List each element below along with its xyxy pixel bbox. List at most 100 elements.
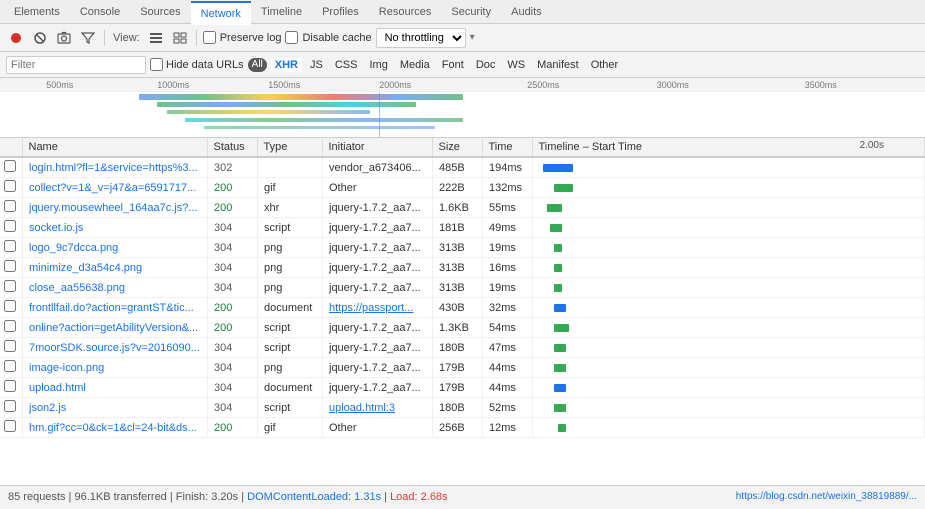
filter-img-btn[interactable]: Img — [365, 58, 391, 72]
preserve-log-toggle[interactable]: Preserve log — [203, 31, 282, 44]
tab-audits[interactable]: Audits — [501, 0, 552, 24]
filter-doc-btn[interactable]: Doc — [472, 58, 500, 72]
row-select[interactable] — [0, 238, 23, 258]
row-select[interactable] — [0, 358, 23, 378]
camera-button[interactable] — [54, 28, 74, 48]
row-checkbox[interactable] — [4, 160, 16, 172]
tab-profiles[interactable]: Profiles — [312, 0, 369, 24]
clear-button[interactable] — [30, 28, 50, 48]
row-checkbox[interactable] — [4, 320, 16, 332]
row-name[interactable]: image-icon.png — [23, 358, 208, 378]
filter-manifest-btn[interactable]: Manifest — [533, 58, 583, 72]
row-select[interactable] — [0, 178, 23, 198]
row-select[interactable] — [0, 258, 23, 278]
row-name[interactable]: 7moorSDK.source.js?v=2016090... — [23, 338, 208, 358]
row-name[interactable]: close_aa55638.png — [23, 278, 208, 298]
filter-xhr-btn[interactable]: XHR — [271, 58, 302, 72]
row-name[interactable]: frontllfail.do?action=grantST&tic... — [23, 298, 208, 318]
row-select[interactable] — [0, 398, 23, 418]
row-checkbox[interactable] — [4, 340, 16, 352]
row-select[interactable] — [0, 378, 23, 398]
col-timeline[interactable]: Timeline – Start Time 2.00s — [532, 138, 925, 157]
filter-css-btn[interactable]: CSS — [331, 58, 362, 72]
col-time[interactable]: Time — [482, 138, 532, 157]
table-row[interactable]: minimize_d3a54c4.png 304 png jquery-1.7.… — [0, 258, 925, 278]
row-select[interactable] — [0, 158, 23, 178]
col-status[interactable]: Status — [207, 138, 257, 157]
row-select[interactable] — [0, 318, 23, 338]
table-row[interactable]: collect?v=1&_v=j47&a=6591717... 200 gif … — [0, 178, 925, 198]
row-name[interactable]: logo_9c7dcca.png — [23, 238, 208, 258]
col-name[interactable]: Name — [22, 138, 207, 157]
table-row[interactable]: close_aa55638.png 304 png jquery-1.7.2_a… — [0, 278, 925, 298]
tab-elements[interactable]: Elements — [4, 0, 70, 24]
col-initiator[interactable]: Initiator — [322, 138, 432, 157]
row-name[interactable]: minimize_d3a54c4.png — [23, 258, 208, 278]
col-type[interactable]: Type — [257, 138, 322, 157]
row-checkbox[interactable] — [4, 380, 16, 392]
row-name[interactable]: upload.html — [23, 378, 208, 398]
filter-media-btn[interactable]: Media — [396, 58, 434, 72]
filter-all-badge[interactable]: All — [248, 58, 267, 72]
row-initiator[interactable]: https://passport... — [323, 298, 433, 318]
tab-resources[interactable]: Resources — [369, 0, 442, 24]
row-select[interactable] — [0, 338, 23, 358]
row-select[interactable] — [0, 298, 23, 318]
row-checkbox[interactable] — [4, 300, 16, 312]
row-select[interactable] — [0, 198, 23, 218]
disable-cache-checkbox[interactable] — [285, 31, 298, 44]
row-initiator[interactable]: upload.html:3 — [323, 398, 433, 418]
filter-input[interactable] — [6, 56, 146, 74]
table-row[interactable]: frontllfail.do?action=grantST&tic... 200… — [0, 298, 925, 318]
row-checkbox[interactable] — [4, 420, 16, 432]
row-name[interactable]: json2.js — [23, 398, 208, 418]
filter-other-btn[interactable]: Other — [587, 58, 623, 72]
preserve-log-checkbox[interactable] — [203, 31, 216, 44]
table-row[interactable]: upload.html 304 document jquery-1.7.2_aa… — [0, 378, 925, 398]
row-checkbox[interactable] — [4, 200, 16, 212]
row-name[interactable]: jquery.mousewheel_164aa7c.js?... — [23, 198, 208, 218]
hide-data-urls-toggle[interactable]: Hide data URLs — [150, 58, 244, 71]
col-size[interactable]: Size — [432, 138, 482, 157]
tab-security[interactable]: Security — [441, 0, 501, 24]
tab-console[interactable]: Console — [70, 0, 130, 24]
timeline-overview[interactable]: 500ms 1000ms 1500ms 2000ms 2500ms 3000ms… — [0, 78, 925, 138]
filter-button[interactable] — [78, 28, 98, 48]
table-row[interactable]: json2.js 304 script upload.html:3 180B 5… — [0, 398, 925, 418]
record-button[interactable] — [6, 28, 26, 48]
hide-data-urls-checkbox[interactable] — [150, 58, 163, 71]
filter-font-btn[interactable]: Font — [438, 58, 468, 72]
disable-cache-toggle[interactable]: Disable cache — [285, 31, 371, 44]
view-group-button[interactable] — [170, 28, 190, 48]
row-name[interactable]: online?action=getAbilityVersion&... — [23, 318, 208, 338]
row-checkbox[interactable] — [4, 240, 16, 252]
table-row[interactable]: logo_9c7dcca.png 304 png jquery-1.7.2_aa… — [0, 238, 925, 258]
table-row[interactable]: 7moorSDK.source.js?v=2016090... 304 scri… — [0, 338, 925, 358]
table-row[interactable]: image-icon.png 304 png jquery-1.7.2_aa7.… — [0, 358, 925, 378]
row-checkbox[interactable] — [4, 400, 16, 412]
row-select[interactable] — [0, 418, 23, 438]
row-checkbox[interactable] — [4, 360, 16, 372]
row-checkbox[interactable] — [4, 180, 16, 192]
row-name[interactable]: collect?v=1&_v=j47&a=6591717... — [23, 178, 208, 198]
table-row[interactable]: socket.io.js 304 script jquery-1.7.2_aa7… — [0, 218, 925, 238]
row-checkbox[interactable] — [4, 260, 16, 272]
table-row[interactable]: login.html?fl=1&service=https%3... 302 v… — [0, 158, 925, 178]
row-name[interactable]: hm.gif?cc=0&ck=1&cl=24-bit&ds... — [23, 418, 208, 438]
filter-ws-btn[interactable]: WS — [503, 58, 529, 72]
table-row[interactable]: jquery.mousewheel_164aa7c.js?... 200 xhr… — [0, 198, 925, 218]
tab-sources[interactable]: Sources — [130, 0, 190, 24]
row-select[interactable] — [0, 218, 23, 238]
table-row[interactable]: online?action=getAbilityVersion&... 200 … — [0, 318, 925, 338]
table-row[interactable]: hm.gif?cc=0&ck=1&cl=24-bit&ds... 200 gif… — [0, 418, 925, 438]
row-checkbox[interactable] — [4, 280, 16, 292]
row-checkbox[interactable] — [4, 220, 16, 232]
row-name[interactable]: login.html?fl=1&service=https%3... — [23, 158, 208, 178]
filter-js-btn[interactable]: JS — [306, 58, 327, 72]
tab-timeline[interactable]: Timeline — [251, 0, 312, 24]
view-list-button[interactable] — [146, 28, 166, 48]
throttle-select[interactable]: No throttling — [376, 28, 466, 48]
row-select[interactable] — [0, 278, 23, 298]
row-name[interactable]: socket.io.js — [23, 218, 208, 238]
tab-network[interactable]: Network — [191, 1, 251, 25]
